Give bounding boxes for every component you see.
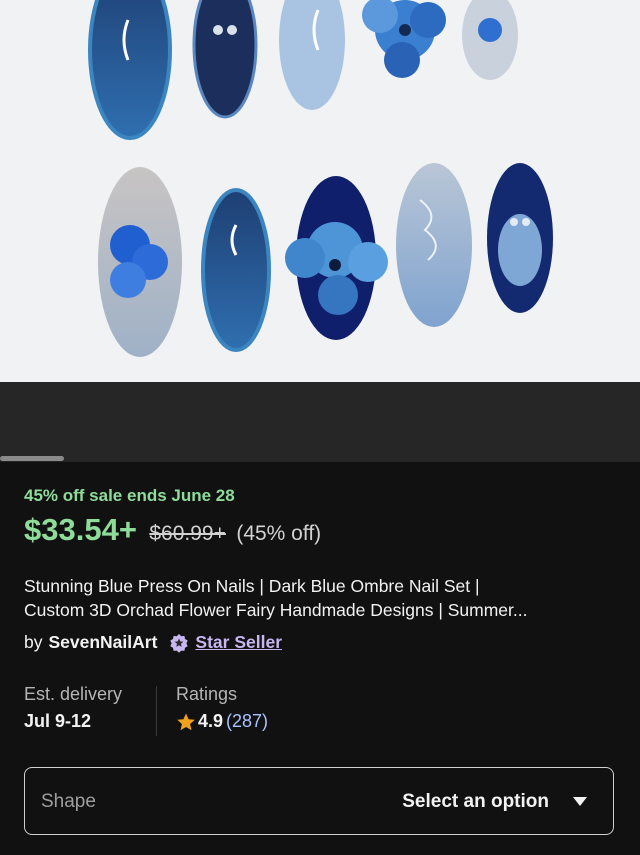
seller-row: by SevenNailArt Star Seller xyxy=(24,632,282,653)
star-seller-badge-icon xyxy=(170,633,189,653)
delivery-value: Jul 9-12 xyxy=(24,711,92,731)
original-price: $60.99+ xyxy=(149,522,226,545)
ratings-row[interactable]: 4.9 (287) xyxy=(176,711,268,732)
ratings-label: Ratings xyxy=(176,684,238,704)
seller-prefix: by xyxy=(24,632,43,652)
listing-title-line-2: Custom 3D Orchad Flower Fairy Handmade D… xyxy=(24,600,528,620)
rating-star-icon xyxy=(177,713,195,730)
current-price: $33.54+ xyxy=(24,512,137,547)
caret-down-icon xyxy=(573,797,587,806)
listing-title-line-1: Stunning Blue Press On Nails | Dark Blue… xyxy=(24,576,480,596)
delivery-label: Est. delivery xyxy=(24,684,123,704)
shape-select[interactable]: Shape Select an option xyxy=(24,767,614,835)
info-divider xyxy=(156,686,157,736)
rating-score: 4.9 xyxy=(198,711,224,731)
sale-banner: 45% off sale ends June 28 xyxy=(24,486,235,505)
seller-name-link[interactable]: SevenNailArt xyxy=(48,632,157,653)
shape-select-label: Shape xyxy=(41,791,96,812)
delivery-info: Est. delivery Jul 9-12 xyxy=(24,684,122,732)
product-image[interactable] xyxy=(0,0,640,382)
nail-photo xyxy=(88,0,553,357)
gallery-scroll-indicator xyxy=(0,456,64,461)
image-gallery-background xyxy=(0,382,640,462)
shape-select-value: Select an option xyxy=(402,791,549,812)
discount-percent: (45% off) xyxy=(236,522,322,545)
ratings-info[interactable]: Ratings 4.9 (287) xyxy=(176,684,268,732)
price-row: $33.54+ $60.99+ (45% off) xyxy=(24,512,321,548)
listing-title: Stunning Blue Press On Nails | Dark Blue… xyxy=(24,574,620,622)
rating-count-link[interactable]: (287) xyxy=(226,711,268,732)
star-seller-link[interactable]: Star Seller xyxy=(195,632,282,653)
